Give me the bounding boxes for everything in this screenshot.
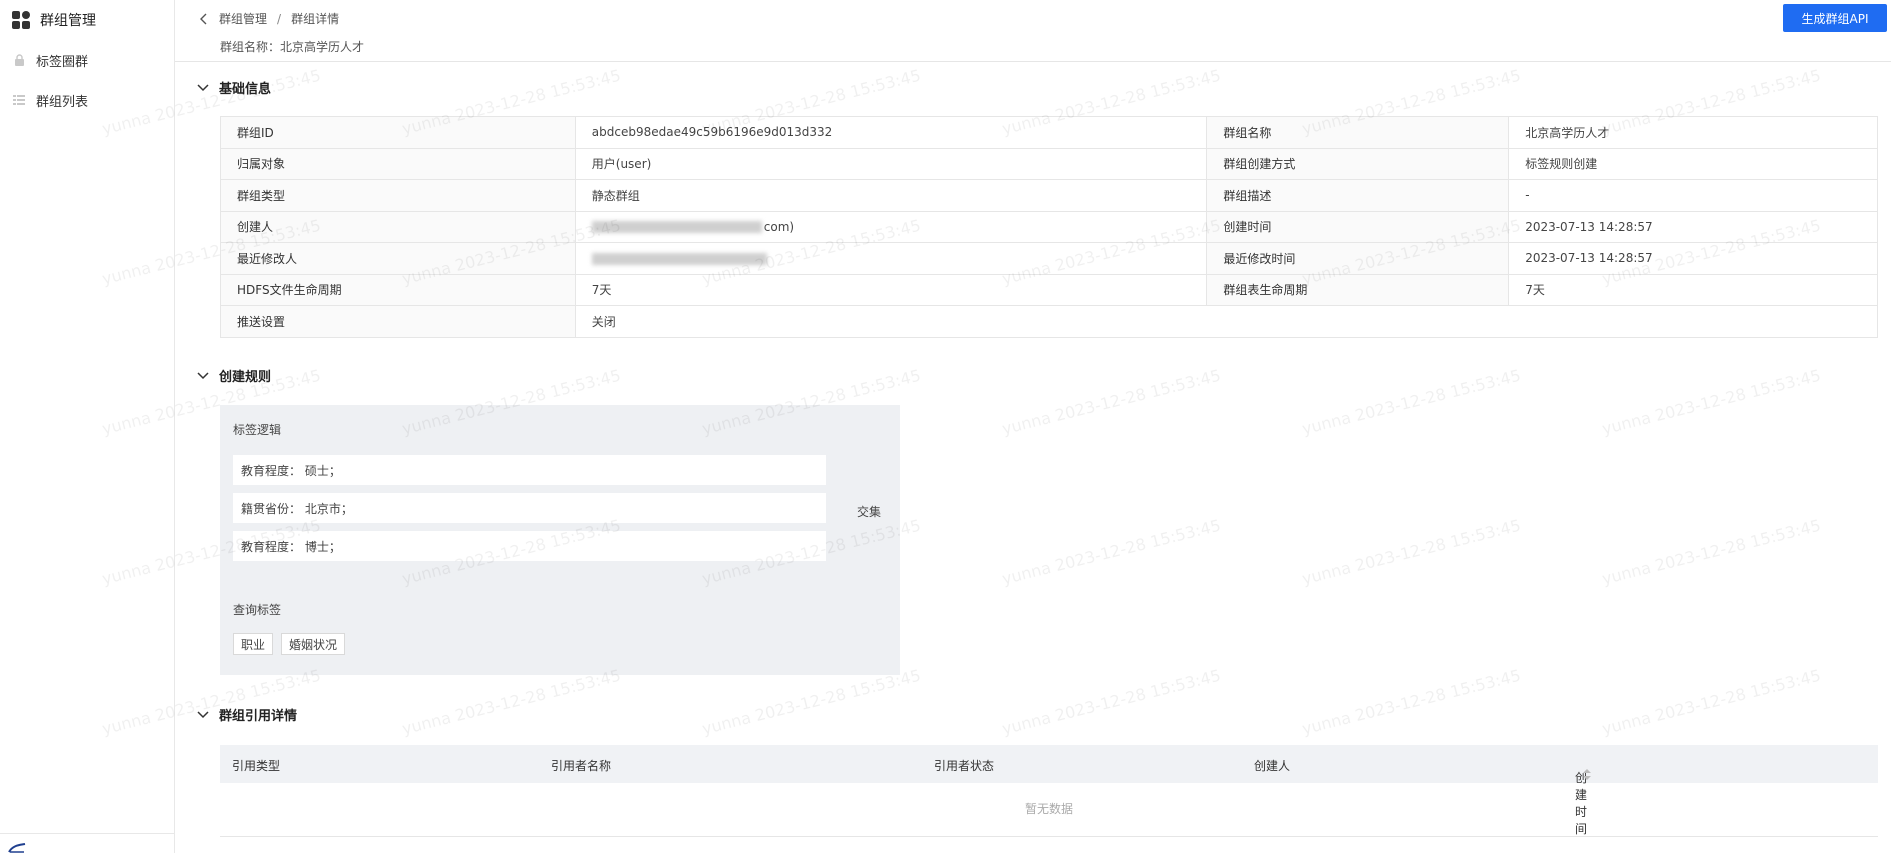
section-basic-info-toggle[interactable]: 基础信息 bbox=[197, 78, 271, 97]
rule-condition: 教育程度： 博士； bbox=[233, 531, 826, 561]
column-header: 创建人 bbox=[1254, 759, 1291, 773]
column-header: 引用者名称 bbox=[551, 759, 612, 773]
query-tags-label: 查询标签 bbox=[233, 603, 282, 617]
table-row: 群组ID abdceb98edae49c59b6196e9d013d332 群组… bbox=[220, 116, 1878, 149]
table-row: HDFS文件生命周期 7天 群组表生命周期 7天 bbox=[220, 273, 1878, 306]
sidebar-title: 群组管理 bbox=[40, 13, 96, 29]
field-value: 标签规则创建 bbox=[1508, 147, 1878, 180]
query-tag: 职业 bbox=[233, 633, 274, 655]
sidebar-item-tag-grouping[interactable]: 标签圈群 bbox=[0, 40, 174, 80]
page-header: 群组管理 / 群组详情 群组名称：北京高学历人才 生成群组API bbox=[175, 0, 1891, 62]
breadcrumb-item-group-management[interactable]: 群组管理 bbox=[219, 10, 267, 27]
sidebar-item-group-list[interactable]: 群组列表 bbox=[0, 80, 174, 120]
table-row: 最近修改人 最近修改时间 2023-07-13 14:28:57 bbox=[220, 242, 1878, 275]
sort-icon[interactable] bbox=[1583, 769, 1591, 783]
lock-icon bbox=[12, 53, 26, 67]
field-value: 静态群组 bbox=[574, 179, 1208, 212]
creator-visible-suffix: com) bbox=[763, 219, 795, 234]
column-header: 引用者状态 bbox=[934, 759, 995, 773]
chevron-down-icon bbox=[197, 710, 209, 719]
field-label: 创建人 bbox=[220, 210, 576, 243]
sidebar-item-label: 群组列表 bbox=[36, 94, 89, 110]
field-label: 群组名称 bbox=[1206, 116, 1510, 149]
field-label: 群组描述 bbox=[1206, 179, 1510, 212]
table-row: 创建人 com) 创建时间 2023-07-13 14:28:57 bbox=[220, 210, 1878, 243]
field-value: abdceb98edae49c59b6196e9d013d332 bbox=[574, 116, 1208, 149]
table-row: 推送设置 关闭 bbox=[220, 305, 1879, 338]
section-rules-toggle[interactable]: 创建规则 bbox=[197, 366, 271, 385]
sidebar-header: 群组管理 bbox=[0, 0, 174, 40]
sidebar-item-label: 标签圈群 bbox=[36, 54, 89, 70]
field-value: - bbox=[1508, 179, 1878, 212]
field-value: 7天 bbox=[1508, 273, 1878, 306]
app-logo-icon bbox=[12, 11, 30, 29]
references-table-header: 引用类型 引用者名称 引用者状态 创建人 创建时间 bbox=[220, 745, 1878, 836]
rule-panel: 标签逻辑 教育程度： 硕士； 籍贯省份： 北京市； 教育程度： 博士； 交集 查… bbox=[220, 405, 900, 675]
field-value: 7天 bbox=[574, 273, 1208, 306]
logic-operator: 交集 bbox=[857, 505, 882, 519]
generate-group-api-button[interactable]: 生成群组API bbox=[1783, 4, 1887, 32]
field-value: 2023-07-13 14:28:57 bbox=[1508, 210, 1878, 243]
table-row: 归属对象 用户(user) 群组创建方式 标签规则创建 bbox=[220, 147, 1878, 180]
list-icon bbox=[12, 93, 26, 107]
field-label: 最近修改人 bbox=[220, 242, 576, 275]
redacted-text bbox=[591, 221, 762, 234]
sidebar-footer bbox=[0, 833, 174, 853]
rule-condition: 籍贯省份： 北京市； bbox=[233, 493, 826, 523]
query-tag: 婚姻状况 bbox=[281, 633, 346, 655]
group-name-value: 北京高学历人才 bbox=[280, 40, 365, 54]
group-name-label: 群组名称： bbox=[220, 40, 281, 54]
collapse-sidebar-icon[interactable] bbox=[8, 842, 26, 853]
breadcrumb: 群组管理 / 群组详情 bbox=[199, 10, 339, 27]
table-row: 群组类型 静态群组 群组描述 - bbox=[220, 179, 1878, 212]
field-value: 关闭 bbox=[574, 305, 1879, 338]
field-label: 群组ID bbox=[220, 116, 576, 149]
chevron-down-icon bbox=[197, 83, 209, 92]
field-value-creator: com) bbox=[574, 210, 1208, 243]
section-title: 群组引用详情 bbox=[219, 709, 298, 724]
main-content: 群组管理 / 群组详情 群组名称：北京高学历人才 生成群组API 基础信息 群组… bbox=[175, 0, 1891, 853]
field-label: 归属对象 bbox=[220, 147, 576, 180]
field-value-modifier bbox=[574, 242, 1208, 275]
section-title: 基础信息 bbox=[219, 82, 272, 97]
basic-info-table: 群组ID abdceb98edae49c59b6196e9d013d332 群组… bbox=[220, 116, 1879, 338]
chevron-down-icon bbox=[197, 371, 209, 380]
tag-logic-label: 标签逻辑 bbox=[233, 423, 282, 437]
breadcrumb-separator: / bbox=[277, 11, 282, 26]
empty-state-text: 暂无数据 bbox=[220, 783, 1878, 837]
field-value: 用户(user) bbox=[574, 147, 1208, 180]
field-value: 北京高学历人才 bbox=[1508, 116, 1878, 149]
column-header: 引用类型 bbox=[232, 759, 281, 773]
group-name-line: 群组名称：北京高学历人才 bbox=[220, 38, 364, 55]
section-title: 创建规则 bbox=[219, 370, 272, 385]
field-label: HDFS文件生命周期 bbox=[220, 273, 576, 306]
field-label: 推送设置 bbox=[220, 305, 576, 338]
field-label: 创建时间 bbox=[1206, 210, 1510, 243]
field-label: 群组类型 bbox=[220, 179, 576, 212]
back-arrow-icon[interactable] bbox=[199, 13, 213, 25]
rule-condition: 教育程度： 硕士； bbox=[233, 455, 826, 485]
field-value: 2023-07-13 14:28:57 bbox=[1508, 242, 1878, 275]
section-references-toggle[interactable]: 群组引用详情 bbox=[197, 705, 297, 724]
redacted-text bbox=[591, 252, 767, 265]
sidebar: 群组管理 标签圈群 群组列表 bbox=[0, 0, 175, 853]
field-label: 群组表生命周期 bbox=[1206, 273, 1510, 306]
breadcrumb-item-group-detail: 群组详情 bbox=[291, 12, 340, 26]
field-label: 群组创建方式 bbox=[1206, 147, 1510, 180]
field-label: 最近修改时间 bbox=[1206, 242, 1510, 275]
